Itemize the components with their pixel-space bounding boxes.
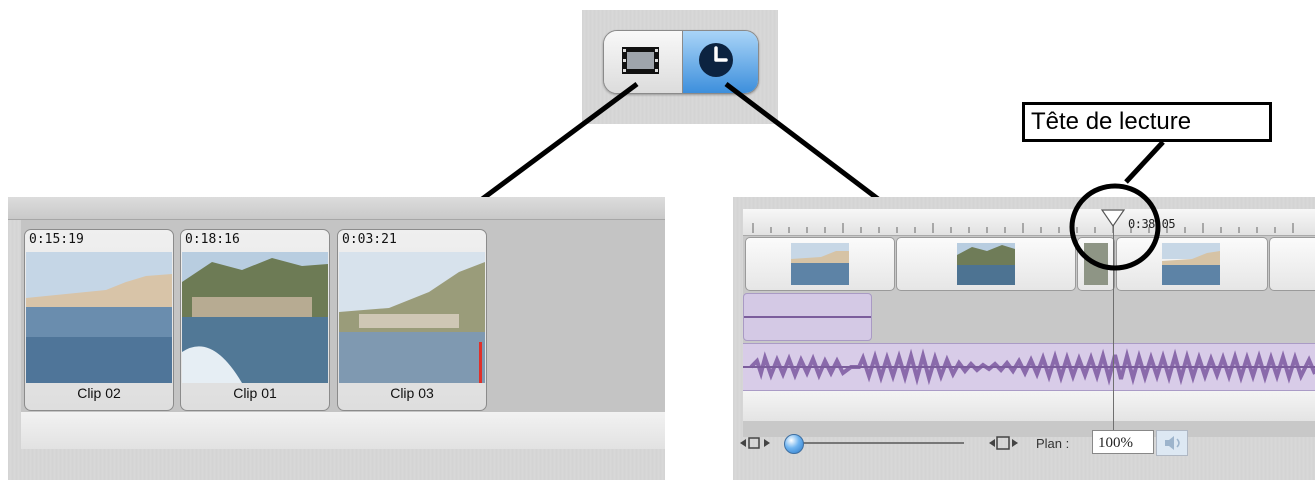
clip-card[interactable]: 0:03:21 Clip 03: [337, 229, 487, 411]
clip-track-base: [21, 412, 665, 449]
clip-card[interactable]: 0:15:19 Clip 02: [24, 229, 174, 411]
timeline-clip[interactable]: [896, 237, 1076, 291]
timeline-clip[interactable]: [745, 237, 895, 291]
timeline-clip-thumbnail: [957, 243, 1015, 285]
clip-thumbnail: [182, 252, 328, 383]
playhead-annotation-label: Tête de lecture: [1022, 102, 1272, 142]
clip-duration: 0:03:21: [342, 232, 397, 247]
zoom-out-icon[interactable]: [738, 434, 772, 452]
playhead-highlight-circle: [1069, 183, 1161, 271]
zoom-slider-thumb[interactable]: [784, 434, 804, 454]
clip-thumbnail: [339, 252, 485, 383]
timeline-clip-thumbnail: [791, 243, 849, 285]
timeline-empty-track: [743, 391, 1315, 421]
clip-viewer-panel: 0:15:19 Clip 02 0:18:16 Clip 01 0:03:21: [8, 197, 665, 480]
audio-waveform: [743, 348, 1315, 386]
zoom-slider-track[interactable]: [798, 442, 964, 444]
clip-duration: 0:18:16: [185, 232, 240, 247]
timeline-clip[interactable]: [1269, 237, 1315, 291]
timeline-clip-thumbnail: [1162, 243, 1220, 285]
clip-thumbnail: [26, 252, 172, 383]
timeline-viewer-panel: [733, 197, 1315, 480]
volume-button[interactable]: [1156, 430, 1188, 456]
clip-name: Clip 02: [77, 385, 121, 401]
clip-card[interactable]: 0:18:16 Clip 01: [180, 229, 330, 411]
audio-track[interactable]: [743, 343, 1315, 391]
speaker-icon: [1165, 436, 1180, 450]
clip-duration: 0:15:19: [29, 232, 84, 247]
zoom-label: Plan :: [1036, 436, 1070, 451]
audio-volume-line: [744, 316, 871, 318]
audio-clip-short[interactable]: [743, 293, 872, 341]
zoom-in-icon[interactable]: [986, 434, 1022, 452]
time-ruler[interactable]: [743, 209, 1315, 236]
clip-viewer-header: [8, 197, 665, 220]
clip-name: Clip 01: [233, 385, 277, 401]
ruler-ticks: [752, 223, 1294, 233]
zoom-input[interactable]: 100%: [1092, 430, 1154, 454]
clip-name: Clip 03: [390, 385, 434, 401]
